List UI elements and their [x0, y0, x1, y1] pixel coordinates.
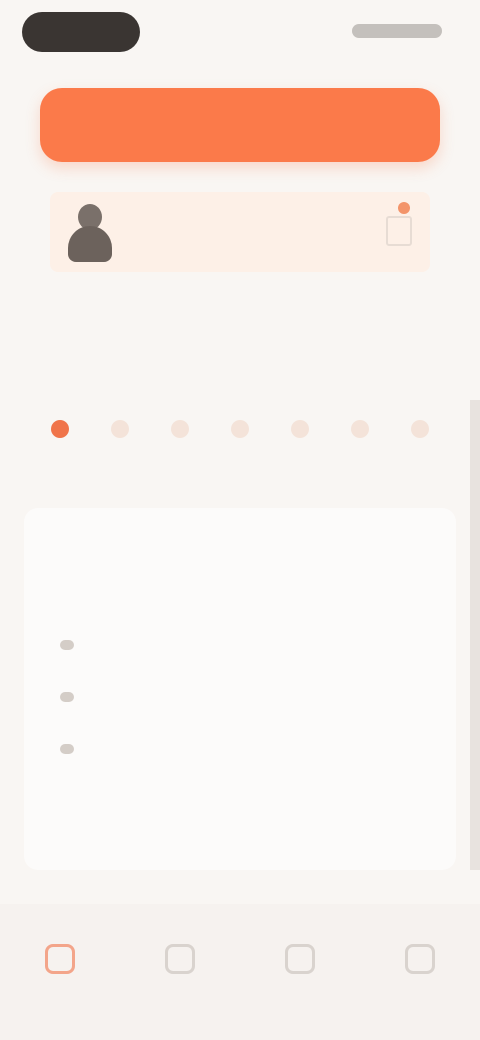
bullet-icon: [60, 640, 74, 650]
nav-item-calendar[interactable]: [120, 904, 240, 1040]
day-dot[interactable]: [40, 420, 80, 438]
nav-item-chat[interactable]: [240, 904, 360, 1040]
pencil-icon: [386, 216, 412, 246]
status-indicators: [352, 24, 442, 38]
nav-item-home[interactable]: [0, 904, 120, 1040]
edit-profile-button[interactable]: [384, 202, 412, 246]
status-time-pill: [22, 12, 140, 52]
day-dot[interactable]: [100, 420, 140, 438]
profile-name: [138, 220, 248, 238]
bottom-nav: [0, 904, 480, 1040]
scrollbar[interactable]: [470, 400, 480, 870]
list-item[interactable]: [60, 734, 424, 764]
home-icon: [45, 944, 75, 974]
chat-icon: [285, 944, 315, 974]
bullet-icon: [60, 744, 74, 754]
user-icon: [405, 944, 435, 974]
day-dot[interactable]: [280, 420, 320, 438]
promo-banner[interactable]: [40, 88, 440, 162]
profile-card[interactable]: [50, 192, 430, 272]
list-item[interactable]: [60, 630, 424, 660]
day-dot[interactable]: [400, 420, 440, 438]
day-dot[interactable]: [160, 420, 200, 438]
avatar: [66, 204, 114, 262]
notification-dot: [398, 202, 410, 214]
info-card: [24, 508, 456, 870]
week-day-selector: [40, 420, 440, 438]
bullet-icon: [60, 692, 74, 702]
list-item[interactable]: [60, 682, 424, 712]
day-dot[interactable]: [340, 420, 380, 438]
nav-item-profile[interactable]: [360, 904, 480, 1040]
day-dot[interactable]: [220, 420, 260, 438]
calendar-icon: [165, 944, 195, 974]
